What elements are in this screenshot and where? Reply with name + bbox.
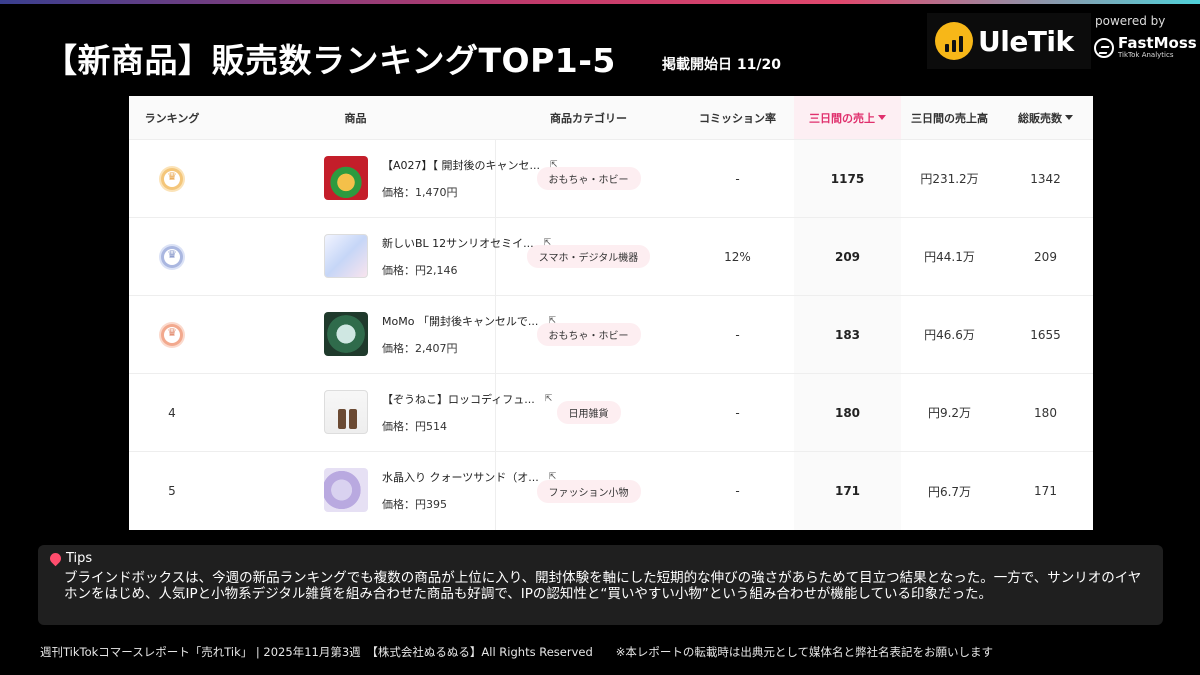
product-thumbnail bbox=[324, 468, 368, 512]
sales3-value: 183 bbox=[794, 296, 901, 373]
table-row[interactable]: 4 【ぞうねこ】ロッコディフュ... ⇱ 価格：円514 日用雑貨 - 180 円… bbox=[129, 374, 1093, 452]
top-gradient-line bbox=[0, 0, 1200, 4]
tips-box: Tips ブラインドボックスは、今週の新品ランキングでも複数の商品が上位に入り、… bbox=[38, 545, 1163, 625]
rank-number: 5 bbox=[168, 484, 176, 498]
footer-credit: 週刊TikTokコマースレポート「売れTik」 | 2025年11月第3週 【株… bbox=[40, 645, 994, 659]
bronze-medal-icon bbox=[161, 323, 183, 346]
product-price: 価格：円395 bbox=[382, 498, 447, 511]
sales3-value: 209 bbox=[794, 218, 901, 295]
powered-by-label: powered by bbox=[1095, 14, 1166, 28]
commission-value: - bbox=[735, 171, 740, 186]
sort-down-icon bbox=[878, 115, 886, 120]
commission-value: 12% bbox=[724, 249, 751, 264]
product-cell[interactable]: MoMo 「開封後キャンセルで... ⇱ 価格：2,407円 bbox=[215, 296, 556, 373]
col-revenue3: 三日間の売上高 bbox=[911, 111, 988, 125]
fastmoss-sub: TikTok Analytics bbox=[1118, 51, 1174, 59]
fastmoss-logo: FastMoss TikTok Analytics bbox=[1094, 36, 1197, 59]
pin-icon bbox=[47, 550, 64, 567]
table-row[interactable]: 新しいBL 12サンリオセミイ...⇱ 価格：円2,146 スマホ・デジタル機器… bbox=[129, 218, 1093, 296]
published-date: 掲載開始日 11/20 bbox=[662, 57, 781, 73]
product-price: 価格：2,407円 bbox=[382, 342, 458, 355]
page-title: 【新商品】販売数ランキングTOP1-5 bbox=[44, 41, 616, 80]
external-link-icon[interactable]: ⇱ bbox=[549, 472, 557, 482]
col-sales3-sort[interactable]: 三日間の売上 bbox=[794, 96, 901, 139]
product-name[interactable]: 【A027】【 開封後のキャンセ... bbox=[382, 157, 540, 173]
revenue3-value: 円231.2万 bbox=[920, 172, 979, 186]
product-thumbnail bbox=[324, 312, 368, 356]
product-name[interactable]: 水晶入り クォーツサンド（オ... bbox=[382, 469, 539, 485]
product-thumbnail bbox=[324, 390, 368, 434]
product-price: 価格：1,470円 bbox=[382, 186, 458, 199]
product-cell[interactable]: 【ぞうねこ】ロッコディフュ... ⇱ 価格：円514 bbox=[215, 374, 552, 451]
revenue3-value: 円44.1万 bbox=[924, 250, 975, 264]
rank-number: 4 bbox=[168, 405, 176, 420]
fastmoss-mark-icon bbox=[1094, 37, 1114, 58]
tips-body: ブラインドボックスは、今週の新品ランキングでも複数の商品が上位に入り、開封体験を… bbox=[64, 570, 1142, 602]
sales3-value: 180 bbox=[794, 374, 901, 451]
col-commission: コミッション率 bbox=[699, 111, 776, 125]
external-link-icon[interactable]: ⇱ bbox=[548, 316, 556, 326]
col-category: 商品カテゴリー bbox=[550, 111, 627, 125]
tips-heading: Tips bbox=[66, 551, 93, 566]
total-value: 1655 bbox=[1030, 327, 1061, 342]
revenue3-value: 円6.7万 bbox=[927, 484, 972, 499]
product-price: 価格：円2,146 bbox=[382, 264, 458, 277]
fastmoss-name: FastMoss bbox=[1118, 34, 1197, 52]
col-sales3-label: 三日間の売上 bbox=[809, 111, 875, 125]
col-product: 商品 bbox=[344, 111, 367, 125]
product-thumbnail bbox=[324, 156, 368, 200]
sales3-value: 171 bbox=[794, 452, 901, 530]
product-name[interactable]: MoMo 「開封後キャンセルで... bbox=[382, 313, 538, 329]
product-cell[interactable]: 水晶入り クォーツサンド（オ... ⇱ 価格：円395 bbox=[215, 452, 556, 530]
product-price: 価格：円514 bbox=[382, 420, 447, 433]
sales3-value: 1175 bbox=[794, 140, 901, 217]
ranking-table: ランキング 商品 商品カテゴリー コミッション率 三日間の売上 三日間の売上高 … bbox=[129, 96, 1093, 530]
commission-value: - bbox=[735, 327, 740, 342]
external-link-icon[interactable]: ⇱ bbox=[550, 160, 558, 170]
table-row[interactable]: MoMo 「開封後キャンセルで...⇱ 価格：2,407円 おもちゃ・ホビー -… bbox=[129, 296, 1093, 374]
total-value: 1342 bbox=[1030, 171, 1061, 186]
col-total-sort[interactable]: 総販売数 bbox=[998, 96, 1093, 139]
table-header: ランキング 商品 商品カテゴリー コミッション率 三日間の売上 三日間の売上高 … bbox=[129, 96, 1093, 140]
logo-text: UleTik bbox=[978, 24, 1074, 58]
revenue3-value: 円46.6万 bbox=[924, 328, 975, 342]
silver-medal-icon bbox=[161, 245, 183, 268]
product-name[interactable]: 【ぞうねこ】ロッコディフュ... bbox=[382, 391, 535, 407]
external-link-icon[interactable]: ⇱ bbox=[545, 394, 553, 404]
product-name[interactable]: 新しいBL 12サンリオセミイ... bbox=[382, 235, 534, 251]
chart-logo-icon bbox=[935, 22, 973, 60]
col-total-label: 総販売数 bbox=[1018, 111, 1062, 125]
table-row[interactable]: 【A027】【 開封後のキャンセ...⇱ 価格：1,470円 おもちゃ・ホビー … bbox=[129, 140, 1093, 218]
col-rank: ランキング bbox=[144, 111, 200, 125]
total-value: 171 bbox=[1034, 484, 1057, 498]
product-cell[interactable]: 【A027】【 開封後のキャンセ... ⇱ 価格：1,470円 bbox=[215, 140, 558, 217]
total-value: 209 bbox=[1034, 249, 1057, 264]
revenue3-value: 円9.2万 bbox=[927, 406, 972, 420]
table-row[interactable]: 5 水晶入り クォーツサンド（オ... ⇱ 価格：円395 ファッション小物 - … bbox=[129, 452, 1093, 530]
commission-value: - bbox=[735, 405, 740, 420]
sort-down-icon bbox=[1065, 115, 1073, 120]
uletik-logo: UleTik bbox=[927, 13, 1091, 69]
gold-medal-icon bbox=[161, 167, 183, 190]
product-thumbnail bbox=[324, 234, 368, 278]
total-value: 180 bbox=[1034, 405, 1057, 420]
product-cell[interactable]: 新しいBL 12サンリオセミイ... ⇱ 価格：円2,146 bbox=[215, 218, 551, 295]
commission-value: - bbox=[735, 484, 740, 498]
category-tag: 日用雑貨 bbox=[556, 401, 621, 424]
external-link-icon[interactable]: ⇱ bbox=[544, 238, 552, 248]
